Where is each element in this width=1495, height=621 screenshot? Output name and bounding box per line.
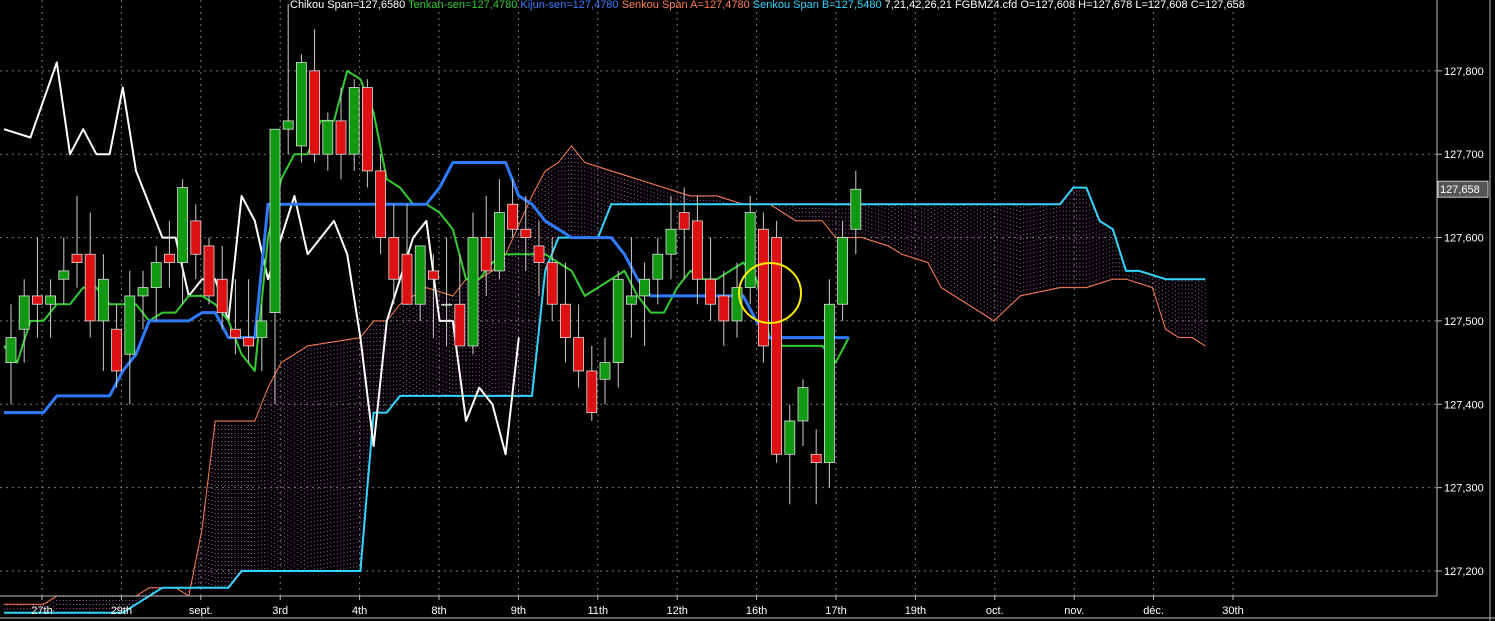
x-tick-label: 9th (511, 605, 526, 617)
candle-bear (454, 303, 466, 347)
candle-bear (216, 278, 228, 313)
candle-bull (322, 120, 334, 155)
x-tick-label: 16th (746, 605, 767, 617)
candle-bull (5, 337, 17, 364)
candle-bear (705, 278, 716, 305)
candle-bear (480, 237, 492, 272)
candle-bear (71, 253, 83, 263)
candle-bull (626, 295, 637, 305)
candle-bear (507, 203, 519, 230)
y-tick-label: 127,400 (1444, 399, 1484, 411)
candle-bull (295, 62, 307, 147)
candle-bear (546, 262, 558, 305)
x-tick-label: 29th (111, 605, 132, 617)
candle-bull (414, 245, 426, 305)
candle-bear (111, 328, 122, 372)
candle-bear (335, 120, 347, 155)
y-tick-label: 127,800 (1444, 66, 1484, 78)
candle-bear (84, 253, 96, 322)
y-tick-label: 127,200 (1444, 566, 1484, 578)
candle-bear (375, 170, 387, 238)
candle-bear (190, 220, 202, 255)
legend-item-1: Tenkan-sen=127,4780 (405, 0, 517, 11)
x-tick-label: 8th (431, 605, 446, 617)
candle-bull (18, 295, 30, 330)
candle-bear (810, 453, 822, 464)
candle-bear (533, 245, 545, 263)
candle-bull (784, 420, 796, 455)
candle-bull (612, 278, 624, 364)
candle-bear (309, 70, 321, 155)
y-tick-label: 127,700 (1444, 149, 1484, 161)
candle-bear (692, 220, 703, 280)
candle-bull (797, 387, 809, 422)
y-tick-label: 127,300 (1444, 483, 1484, 495)
candle-bull (441, 303, 453, 306)
legend-item-5: 7,21,42,26,21 (882, 0, 952, 11)
candle-bear (229, 328, 241, 338)
candle-bull (269, 128, 281, 313)
x-tick-label: 17th (825, 605, 846, 617)
candle-bull (45, 295, 56, 305)
x-tick-label: 12th (666, 605, 687, 617)
candle-bull (137, 287, 149, 297)
candle-bear (388, 237, 400, 280)
candle-bear (32, 295, 43, 305)
x-tick-label: nov. (1064, 605, 1084, 617)
legend-item-6: FGBMZ4.cfd O=127,608 H=127,678 L=127,608… (952, 0, 1245, 11)
candle-bull (467, 237, 479, 347)
candle-bull (850, 188, 862, 230)
candle-bull (150, 262, 162, 288)
legend-item-0: Chikou Span=127,6580 (290, 0, 405, 11)
candle-bear (243, 337, 255, 347)
candle-bear (203, 245, 215, 297)
candle-bull (493, 212, 505, 272)
candle-bull (744, 212, 756, 288)
candle-bear (520, 228, 532, 238)
x-tick-label: déc. (1143, 605, 1164, 617)
candle-bull (98, 278, 109, 322)
x-tick-label: 30th (1222, 605, 1243, 617)
candle-bull (58, 270, 70, 280)
x-tick-label: 11th (588, 605, 609, 617)
indicator-legend: Chikou Span=127,6580 Tenkan-sen=127,4780… (290, 0, 1245, 11)
y-tick-label: 127,600 (1444, 233, 1484, 245)
candle-bull (665, 228, 677, 255)
candle-bull (837, 237, 848, 305)
x-tick-label: 4th (352, 605, 367, 617)
last-price-label: 127,658 (1440, 184, 1480, 196)
legend-item-2: Kijun-sen=127,4780 (517, 0, 618, 11)
candle-bull (599, 362, 611, 380)
candle-bear (718, 295, 730, 322)
candle-bear (361, 87, 373, 172)
candle-bull (652, 253, 664, 280)
candle-bull (348, 87, 360, 155)
candle-bull (256, 320, 268, 338)
candle-bull (639, 278, 650, 297)
candle-bear (758, 228, 769, 347)
candle-bear (401, 253, 413, 305)
ichimoku-chart[interactable]: 127,200 127,300 127,400 127,500 127,600 127,7… (0, 0, 1495, 621)
legend-item-3: Senkou Span A=127,4780 (619, 0, 750, 11)
x-tick-label: sept. (189, 605, 213, 617)
x-tick-label: oct. (986, 605, 1004, 617)
candle-bear (771, 237, 782, 455)
y-tick-label: 127,500 (1444, 316, 1484, 328)
candle-bear (427, 270, 439, 280)
candle-bear (573, 337, 584, 372)
x-tick-label: 19th (905, 605, 926, 617)
candle-bull (177, 187, 189, 263)
x-tick-label: 27th (31, 605, 52, 617)
candle-bear (586, 370, 598, 414)
candle-bull (124, 295, 136, 355)
candle-bull (824, 303, 835, 464)
candle-bear (678, 212, 690, 230)
x-tick-label: 3rd (272, 605, 288, 617)
candle-bull (282, 120, 294, 130)
candle-bear (560, 303, 571, 338)
candle-bear (163, 253, 175, 263)
legend-item-4: Senkou Span B=127,5480 (750, 0, 882, 11)
